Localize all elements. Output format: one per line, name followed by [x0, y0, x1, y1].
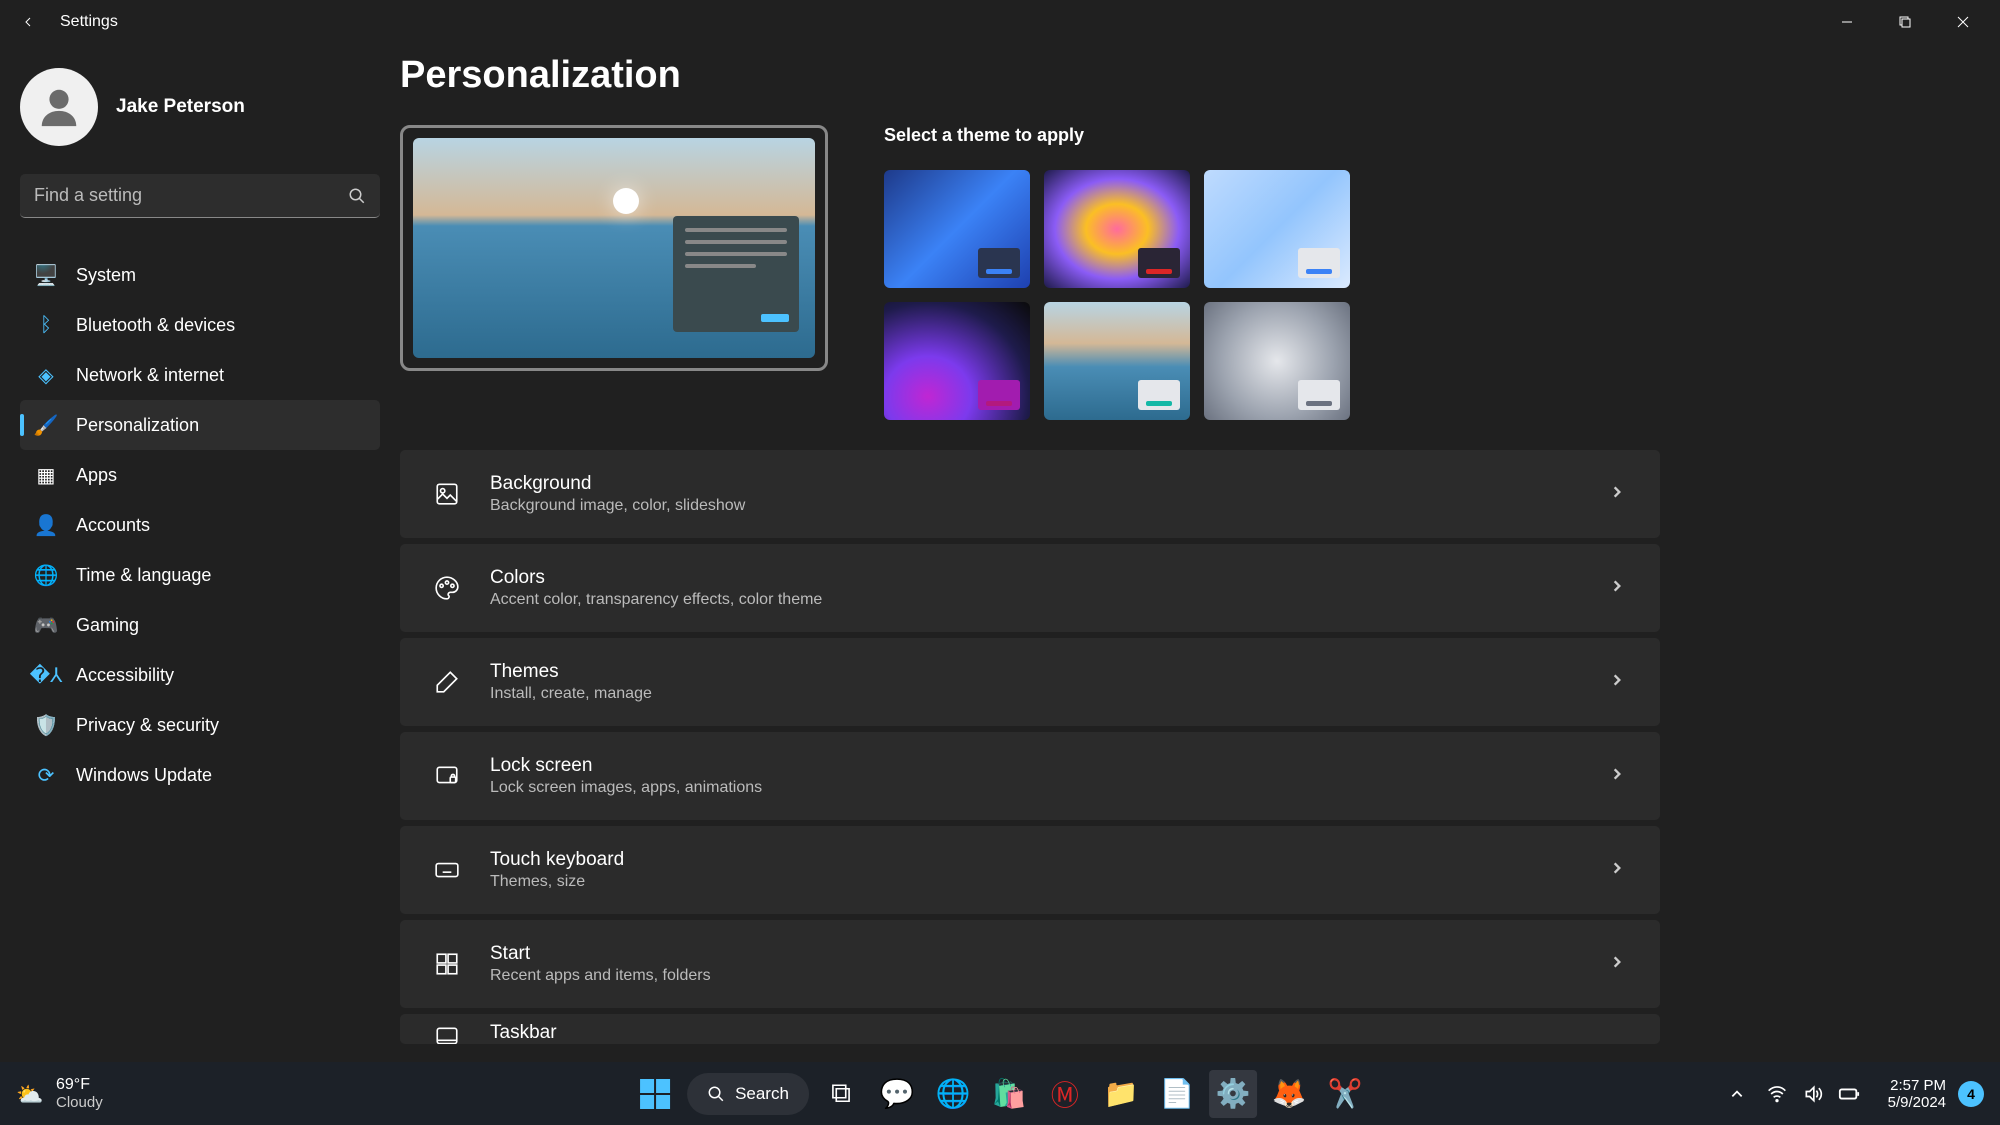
start-button[interactable] [631, 1070, 679, 1118]
nav-item-privacy[interactable]: 🛡️Privacy & security [20, 700, 380, 750]
back-button[interactable] [8, 2, 48, 42]
content: Personalization Select a theme to apply [400, 44, 2000, 1062]
nav-item-accessibility[interactable]: �⅄Accessibility [20, 650, 380, 700]
theme-grid [884, 170, 1364, 420]
settings-icon[interactable]: ⚙️ [1209, 1070, 1257, 1118]
tray-clock[interactable]: 2:57 PM 5/9/2024 [1888, 1077, 1946, 1111]
theme-option-4[interactable] [884, 302, 1030, 420]
chevron-right-icon [1610, 579, 1628, 597]
nav-list: 🖥️System ᛒBluetooth & devices ◈Network &… [20, 250, 380, 800]
search-box [20, 174, 380, 218]
minimize-button[interactable] [1818, 4, 1876, 40]
taskbar-icon [432, 1022, 462, 1044]
maximize-button[interactable] [1876, 4, 1934, 40]
titlebar: Settings [0, 0, 2000, 44]
theme-option-2[interactable] [1044, 170, 1190, 288]
nav-item-bluetooth[interactable]: ᛒBluetooth & devices [20, 300, 380, 350]
theme-option-5[interactable] [1044, 302, 1190, 420]
store-icon[interactable]: 🛍️ [985, 1070, 1033, 1118]
colors-icon [432, 573, 462, 603]
apps-icon: ▦ [34, 463, 58, 487]
sidebar: Jake Peterson 🖥️System ᛒBluetooth & devi… [0, 44, 400, 1062]
chevron-right-icon [1610, 673, 1628, 691]
titlebar-title: Settings [60, 13, 118, 31]
chevron-right-icon [1610, 955, 1628, 973]
setting-list: BackgroundBackground image, color, slide… [400, 450, 1700, 1044]
update-icon: ⟳ [34, 763, 58, 787]
theme-section: Select a theme to apply [400, 125, 1960, 420]
network-icon: ◈ [34, 363, 58, 387]
taskbar: ⛅ 69°F Cloudy Search ⧉ 💬 🌐 🛍️ Ⓜ 📁 📄 ⚙️ 🦊… [0, 1062, 2000, 1125]
username: Jake Peterson [116, 96, 245, 118]
document-icon[interactable]: 📄 [1153, 1070, 1201, 1118]
keyboard-icon [432, 855, 462, 885]
nav-item-time[interactable]: 🌐Time & language [20, 550, 380, 600]
weather-widget[interactable]: ⛅ 69°F Cloudy [16, 1076, 103, 1111]
taskbar-search[interactable]: Search [687, 1073, 809, 1115]
lockscreen-icon [432, 761, 462, 791]
nav-item-update[interactable]: ⟳Windows Update [20, 750, 380, 800]
edge-icon[interactable]: 🌐 [929, 1070, 977, 1118]
accounts-icon: 👤 [34, 513, 58, 537]
time-icon: 🌐 [34, 563, 58, 587]
tray-network-sound-battery[interactable] [1754, 1077, 1872, 1111]
close-button[interactable] [1934, 4, 1992, 40]
tray-chevron-icon[interactable] [1724, 1081, 1750, 1107]
volume-icon [1800, 1081, 1826, 1107]
nav-item-system[interactable]: 🖥️System [20, 250, 380, 300]
chat-icon[interactable]: 💬 [873, 1070, 921, 1118]
theme-heading: Select a theme to apply [884, 125, 1960, 146]
setting-themes[interactable]: ThemesInstall, create, manage [400, 638, 1660, 726]
explorer-icon[interactable]: 📁 [1097, 1070, 1145, 1118]
chevron-right-icon [1610, 861, 1628, 879]
gaming-icon: 🎮 [34, 613, 58, 637]
nav-item-personalization[interactable]: 🖌️Personalization [20, 400, 380, 450]
theme-option-6[interactable] [1204, 302, 1350, 420]
theme-option-1[interactable] [884, 170, 1030, 288]
firefox-icon[interactable]: 🦊 [1265, 1070, 1313, 1118]
theme-select: Select a theme to apply [884, 125, 1960, 420]
theme-preview [400, 125, 828, 371]
page-title: Personalization [400, 54, 1960, 97]
setting-colors[interactable]: ColorsAccent color, transparency effects… [400, 544, 1660, 632]
task-view-icon[interactable]: ⧉ [817, 1070, 865, 1118]
user-profile[interactable]: Jake Peterson [20, 68, 380, 146]
chevron-right-icon [1610, 485, 1628, 503]
system-icon: 🖥️ [34, 263, 58, 287]
notification-badge[interactable]: 4 [1958, 1081, 1984, 1107]
privacy-icon: 🛡️ [34, 713, 58, 737]
setting-start[interactable]: StartRecent apps and items, folders [400, 920, 1660, 1008]
themes-icon [432, 667, 462, 697]
setting-background[interactable]: BackgroundBackground image, color, slide… [400, 450, 1660, 538]
search-icon [348, 187, 366, 205]
taskbar-center: Search ⧉ 💬 🌐 🛍️ Ⓜ 📁 📄 ⚙️ 🦊 ✂️ [631, 1070, 1369, 1118]
setting-taskbar[interactable]: Taskbar [400, 1014, 1660, 1044]
accessibility-icon: �⅄ [34, 663, 58, 687]
avatar [20, 68, 98, 146]
setting-lockscreen[interactable]: Lock screenLock screen images, apps, ani… [400, 732, 1660, 820]
system-tray: 2:57 PM 5/9/2024 4 [1724, 1077, 1984, 1111]
nav-item-network[interactable]: ◈Network & internet [20, 350, 380, 400]
snipping-icon[interactable]: ✂️ [1321, 1070, 1369, 1118]
start-icon [432, 949, 462, 979]
window-controls [1818, 4, 1992, 40]
mcafee-icon[interactable]: Ⓜ [1041, 1070, 1089, 1118]
nav-item-gaming[interactable]: 🎮Gaming [20, 600, 380, 650]
battery-icon [1836, 1081, 1862, 1107]
chevron-right-icon [1610, 767, 1628, 785]
personalization-icon: 🖌️ [34, 413, 58, 437]
background-icon [432, 479, 462, 509]
wifi-icon [1764, 1081, 1790, 1107]
weather-icon: ⛅ [16, 1082, 46, 1106]
theme-option-3[interactable] [1204, 170, 1350, 288]
nav-item-apps[interactable]: ▦Apps [20, 450, 380, 500]
nav-item-accounts[interactable]: 👤Accounts [20, 500, 380, 550]
search-input[interactable] [20, 174, 380, 218]
setting-touchkeyboard[interactable]: Touch keyboardThemes, size [400, 826, 1660, 914]
bluetooth-icon: ᛒ [34, 313, 58, 337]
